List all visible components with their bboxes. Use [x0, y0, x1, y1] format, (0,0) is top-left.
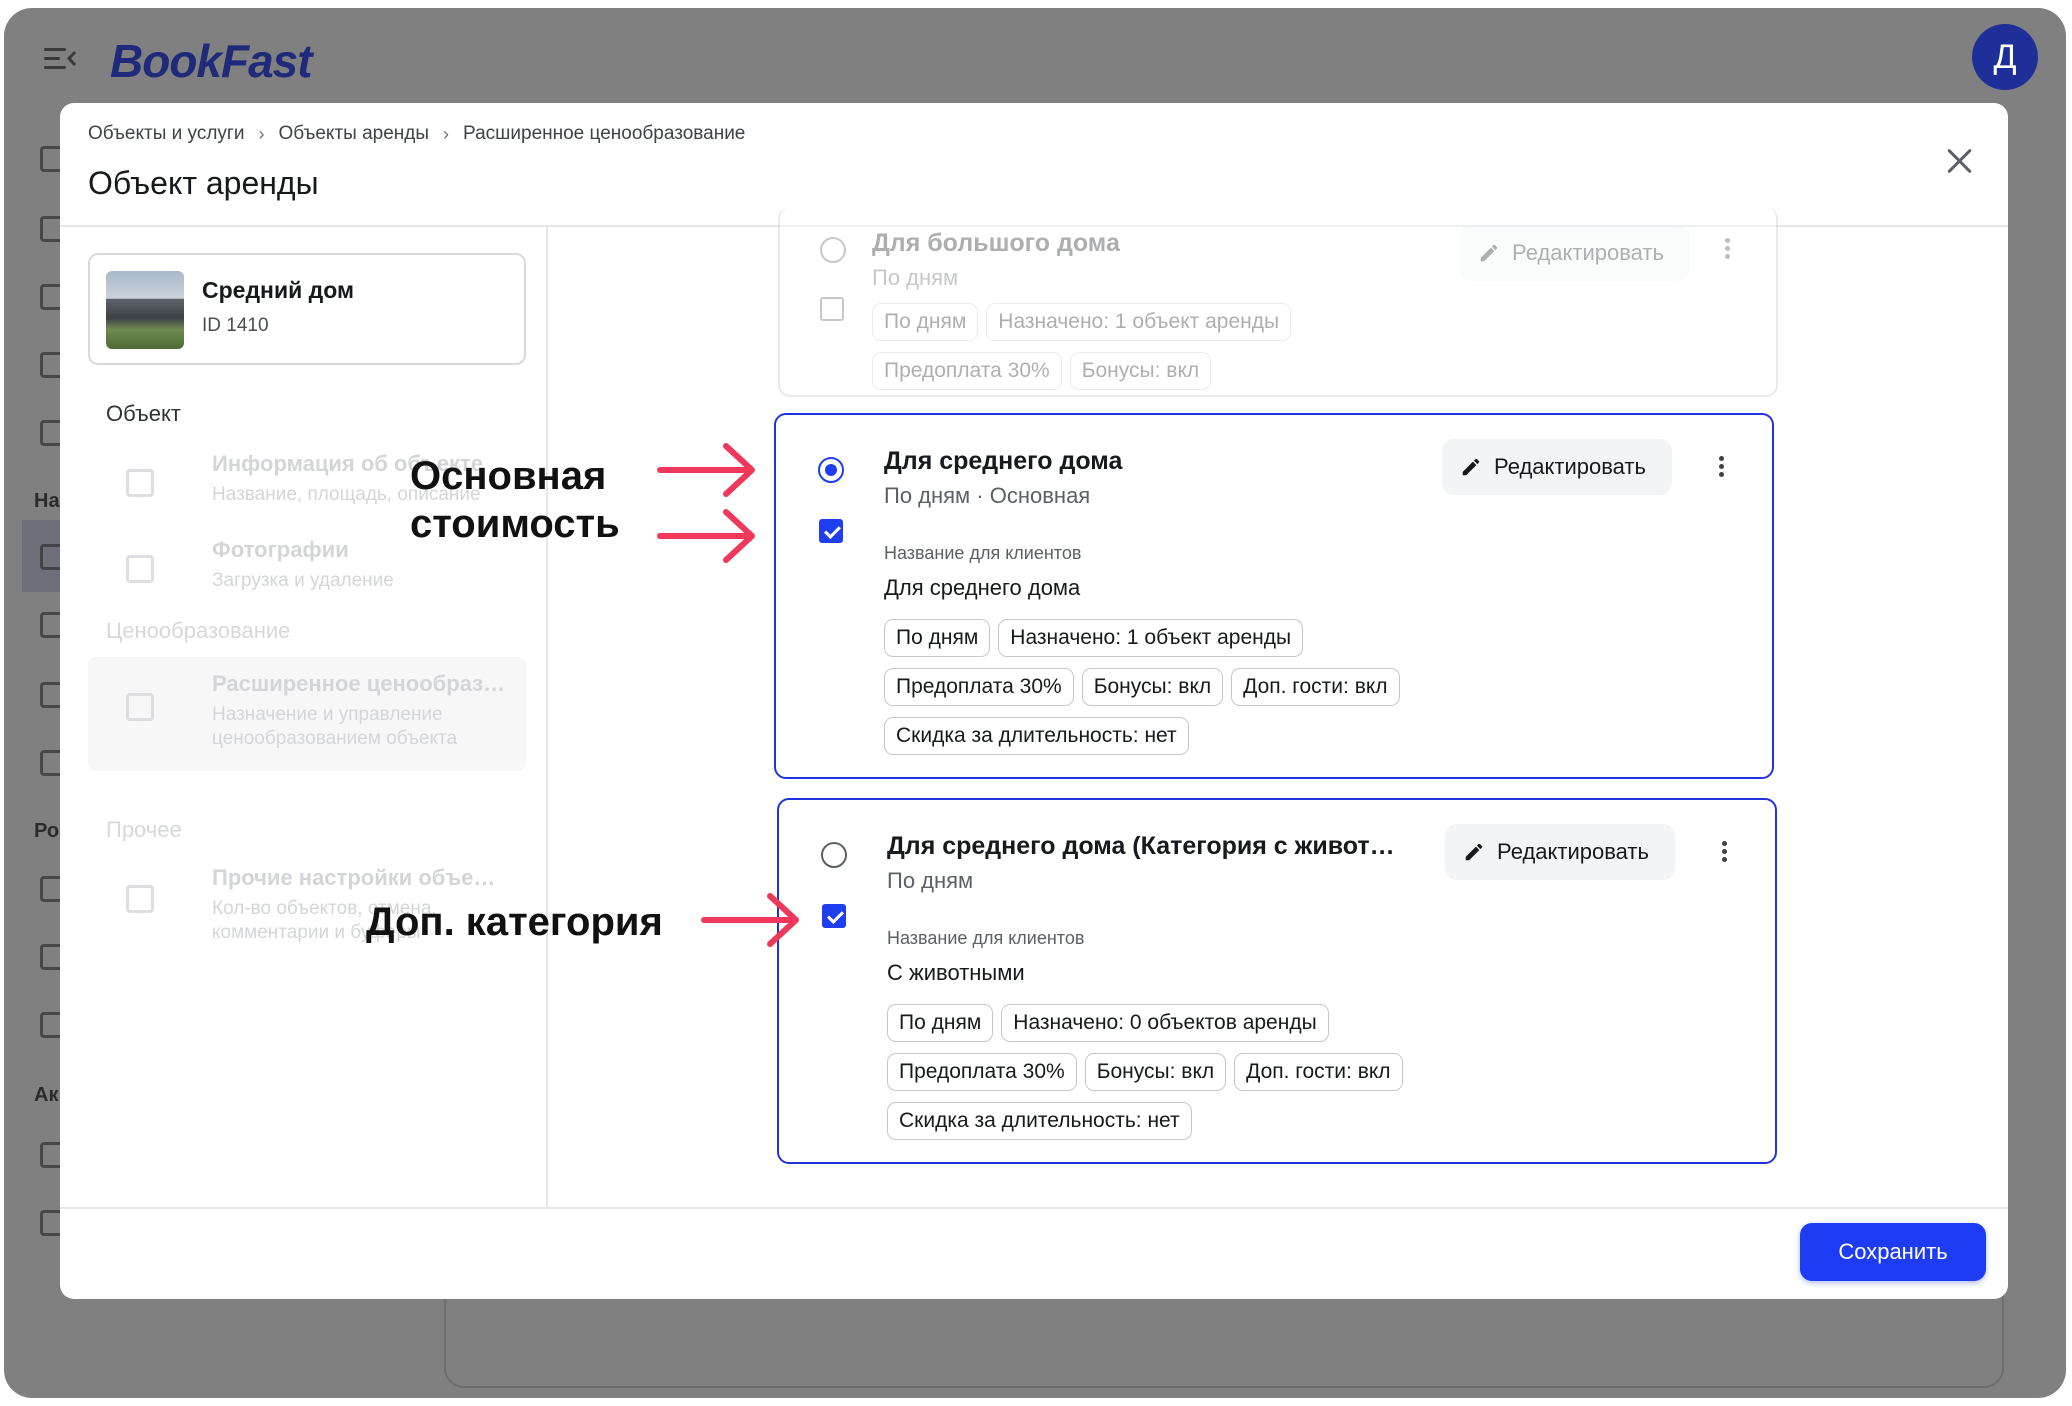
rail-section-label: На [34, 490, 60, 512]
pricing-title: Для большого дома [872, 229, 1120, 257]
image-icon [126, 555, 154, 583]
pricing-title: Для среднего дома (Категория с живот… [887, 832, 1395, 860]
sidebar-item-title: Прочие настройки объе… [212, 865, 496, 890]
pricing-tag: По дням [872, 303, 979, 341]
more-vert-icon[interactable] [1716, 453, 1726, 483]
client-name-label: Название для клиентов [884, 543, 1082, 563]
sidebar-item-description: Назначение и управление ценообразованием… [212, 704, 458, 749]
menu-collapse-icon[interactable] [44, 46, 76, 72]
pricing-subtitle: По дням · Основная [884, 483, 1091, 508]
pricing-tag: Доп. гости: вкл [1234, 1053, 1403, 1091]
object-thumbnail [106, 271, 184, 349]
sidebar-item-title: Расширенное ценообраз… [212, 671, 506, 696]
pricing-tag: Скидка за длительность: нет [884, 717, 1189, 755]
pricing-tag: Бонусы: вкл [1081, 668, 1224, 706]
breadcrumb-item: Расширенное ценообразование [463, 123, 746, 144]
pricing-tag: Бонусы: вкл [1084, 1053, 1227, 1091]
pricing-tags: По дням Назначено: 1 объект аренды Предо… [884, 619, 1444, 766]
pricing-card-category: Для среднего дома (Категория с живот… По… [777, 798, 1777, 1164]
breadcrumb-item[interactable]: Объекты и услуги [88, 123, 244, 145]
arrow-right-icon [657, 443, 755, 563]
pricing-tag: Назначено: 0 объектов аренды [1001, 1004, 1329, 1042]
pricing-tag: Предоплата 30% [884, 668, 1074, 706]
sidebar-section-pricing: Ценообразование [106, 618, 291, 643]
pricing-tag: По дням [887, 1004, 994, 1042]
app-logo[interactable]: BookFast [110, 34, 313, 88]
pricing-tag: Предоплата 30% [887, 1053, 1077, 1091]
edit-button-label: Редактировать [1497, 839, 1649, 864]
annotation-line: Основная [410, 454, 607, 498]
pricing-subtitle: По дням [887, 868, 974, 893]
modal-sidebar: Средний дом ID 1410 Объект Информация об… [60, 227, 548, 1207]
pricing-title: Для среднего дома [884, 447, 1123, 475]
modal-title: Объект аренды [88, 165, 319, 201]
pricing-tags: По дням Назначено: 0 объектов аренды Пре… [887, 1004, 1447, 1151]
edit-button[interactable]: Редактировать [1445, 824, 1675, 880]
client-name-value: С животными [887, 960, 1025, 985]
primary-radio[interactable] [821, 842, 847, 868]
pricing-tag: Назначено: 1 объект аренды [986, 303, 1292, 341]
sidebar-item-description: Загрузка и удаление [212, 570, 394, 591]
arrow-right-icon [701, 893, 799, 947]
pricing-tags: По дням Назначено: 1 объект аренды Предо… [872, 303, 1432, 401]
pricing-tag: Скидка за длительность: нет [887, 1102, 1192, 1140]
modal-footer: Сохранить [60, 1207, 2008, 1299]
pricing-card: Для большого дома По дням Редактировать … [778, 207, 1778, 397]
close-icon[interactable] [1942, 143, 1978, 179]
edit-button[interactable]: Редактировать [1460, 225, 1690, 281]
edit-button-label: Редактировать [1494, 454, 1646, 479]
chevron-right-icon: › [258, 123, 265, 144]
client-name-label: Название для клиентов [887, 928, 1085, 948]
save-button[interactable]: Сохранить [1800, 1223, 1986, 1281]
more-vert-icon[interactable] [1719, 838, 1729, 868]
object-id: ID 1410 [202, 315, 269, 336]
breadcrumb: Объекты и услуги › Объекты аренды › Расш… [88, 123, 745, 145]
pencil-icon [1462, 458, 1480, 476]
user-avatar[interactable]: Д [1972, 24, 2038, 90]
top-bar: BookFast Д [4, 8, 2066, 108]
pricing-subtitle: По дням [872, 265, 959, 290]
edit-button-label: Редактировать [1512, 240, 1664, 265]
client-name-value: Для среднего дома [884, 575, 1081, 600]
object-name: Средний дом [202, 277, 354, 303]
sidebar-item-pricing[interactable]: Расширенное ценообраз… Назначение и упра… [88, 657, 526, 771]
pricing-tag: По дням [884, 619, 991, 657]
rail-section-label: Ак [34, 1084, 59, 1106]
sliders-icon [126, 885, 154, 913]
pricing-tag: Предоплата 30% [872, 352, 1062, 390]
pricing-icon [126, 693, 154, 721]
primary-radio[interactable] [820, 237, 846, 263]
sidebar-item-title: Фотографии [212, 537, 349, 562]
sidebar-section-other: Прочее [106, 817, 182, 842]
pricing-tag: Доп. гости: вкл [1231, 668, 1400, 706]
category-checkbox[interactable] [820, 297, 844, 321]
rail-section-label: Ро [34, 820, 60, 842]
more-vert-icon[interactable] [1722, 235, 1732, 265]
pricing-list: Для большого дома По дням Редактировать … [550, 207, 2008, 1207]
object-modal: Объекты и услуги › Объекты аренды › Расш… [60, 103, 2008, 1299]
pricing-tag: Назначено: 1 объект аренды [998, 619, 1304, 657]
breadcrumb-item[interactable]: Объекты аренды [278, 123, 429, 145]
object-summary-card: Средний дом ID 1410 [88, 253, 526, 365]
pricing-card-primary: Для среднего дома По дням · Основная Ред… [774, 413, 1774, 779]
pencil-icon [1480, 244, 1498, 262]
annotation-line: стоимость [410, 502, 620, 546]
pricing-tag: Бонусы: вкл [1069, 352, 1212, 390]
chevron-right-icon: › [443, 123, 450, 144]
primary-radio[interactable] [818, 457, 844, 483]
category-checkbox[interactable] [819, 519, 843, 543]
pencil-icon [1465, 843, 1483, 861]
annotation-extra-category: Доп. категория [366, 900, 663, 944]
annotation-main-price: Основная стоимость [410, 452, 620, 548]
category-checkbox[interactable] [822, 904, 846, 928]
image-icon [126, 469, 154, 497]
edit-button[interactable]: Редактировать [1442, 439, 1672, 495]
sidebar-section-object: Объект [106, 401, 181, 426]
